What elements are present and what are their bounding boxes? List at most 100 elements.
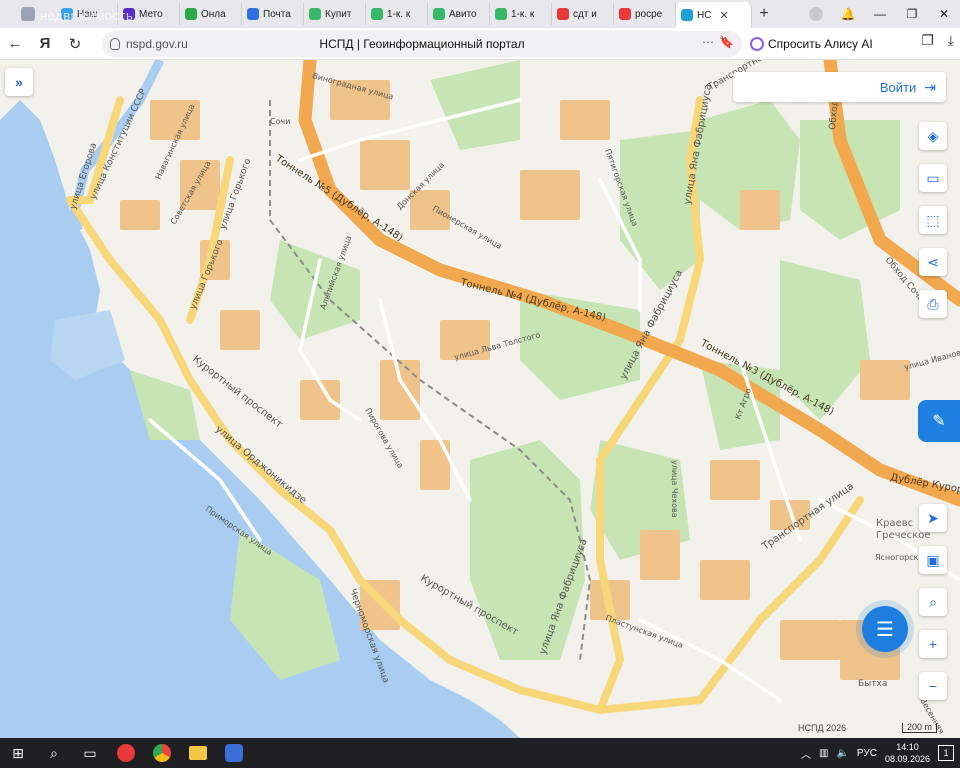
tab-label: Онла xyxy=(201,8,226,20)
browser-tab[interactable]: Онла xyxy=(180,3,242,25)
back-button[interactable]: ← xyxy=(0,29,30,59)
restore-button[interactable]: ❐ xyxy=(896,0,928,28)
notification-center-icon[interactable]: 1 xyxy=(938,745,954,761)
street-label: улица Иванова xyxy=(903,347,960,372)
search-location-icon: ⌕ xyxy=(929,593,937,610)
district-label: Краевс xyxy=(876,518,913,529)
area-select-icon: ⬚ xyxy=(926,211,940,228)
login-button[interactable]: Войти ⇥ xyxy=(733,72,946,102)
browser-tab[interactable]: сдт и xyxy=(552,3,614,25)
url-field[interactable]: nspd.gov.ru НСПД | Геоинформационный пор… xyxy=(102,31,742,57)
browser-menu-button[interactable] xyxy=(0,0,56,28)
network-icon[interactable]: ▥ xyxy=(819,748,828,759)
geolocation-button[interactable]: ➤ xyxy=(919,504,947,532)
tab-label: Наш xyxy=(77,8,98,20)
login-icon: ⇥ xyxy=(924,78,936,95)
browser-tab[interactable]: Наш xyxy=(56,3,118,25)
map-view[interactable]: Тоннель №5 (Дублёр, А-148) Тоннель №4 (Д… xyxy=(0,60,960,738)
street-label: Курортный проспект xyxy=(190,354,284,431)
tab-label: сдт и xyxy=(573,8,597,20)
ruler-icon: ▭ xyxy=(926,169,940,186)
tab-label: Мето xyxy=(139,8,163,20)
browser-tab[interactable]: 1-к. к xyxy=(366,3,428,25)
area-select-button[interactable]: ⬚ xyxy=(919,206,947,234)
file-explorer-icon[interactable] xyxy=(180,738,216,768)
tab-favicon-icon xyxy=(619,8,631,20)
reload-button[interactable]: ↻ xyxy=(60,29,90,59)
browser-tab[interactable]: НС ✕ xyxy=(676,2,752,28)
share-icon: ⋖ xyxy=(927,253,939,270)
login-label: Войти xyxy=(879,79,917,95)
browser-tab[interactable]: Почта xyxy=(242,3,304,25)
minimize-button[interactable]: — xyxy=(864,0,896,28)
ruler-button[interactable]: ▭ xyxy=(919,164,947,192)
volume-icon[interactable]: 🔈 xyxy=(836,748,848,759)
screen-icon: ▣ xyxy=(926,551,940,568)
tab-favicon-icon xyxy=(681,9,693,21)
ask-alice-button[interactable]: Спросить Алису AI xyxy=(750,32,873,56)
browser-tab[interactable]: Авито xyxy=(428,3,490,25)
map-canvas[interactable]: Тоннель №5 (Дублёр, А-148) Тоннель №4 (Д… xyxy=(0,60,960,738)
url-text: nspd.gov.ru xyxy=(126,37,188,51)
tab-favicon-icon xyxy=(247,8,259,20)
more-icon[interactable]: ⋯ xyxy=(702,35,714,49)
notifications-bell-icon[interactable]: 🔔 xyxy=(832,0,864,28)
copyright-text: НСПД 2026 xyxy=(798,723,847,733)
profile-icon[interactable] xyxy=(800,0,832,28)
app-icon[interactable] xyxy=(216,738,252,768)
tab-label: 1-к. к xyxy=(511,8,535,20)
feedback-icon: ✎ xyxy=(932,413,946,430)
print-button[interactable]: ⎙ xyxy=(919,290,947,318)
page-title: НСПД | Геоинформационный портал xyxy=(319,37,525,51)
windows-start-button[interactable]: ⊞ xyxy=(0,738,36,768)
tab-label: Купит xyxy=(325,8,352,20)
browser-tab[interactable]: Мето xyxy=(118,3,180,25)
browser-tab[interactable]: 1-к. к xyxy=(490,3,552,25)
minus-icon: − xyxy=(928,678,938,694)
collections-icon[interactable]: ❐ xyxy=(921,32,934,49)
new-tab-button[interactable]: + xyxy=(752,3,776,25)
tab-label: росре xyxy=(635,8,663,20)
layers-button[interactable]: ◈ xyxy=(919,122,947,150)
screen-button[interactable]: ▣ xyxy=(919,546,947,574)
tab-label: Почта xyxy=(263,8,291,20)
tray-chevron-icon[interactable]: ︿ xyxy=(801,746,811,761)
browser-tab[interactable]: росре xyxy=(614,3,676,25)
clock[interactable]: 14:10 08.09.2026 xyxy=(885,741,930,765)
windows-taskbar: ⊞ ⌕ ▭ ︿ ▥ 🔈 РУС 14:10 08.09.2026 1 xyxy=(0,738,960,768)
plus-icon: + xyxy=(928,636,938,652)
expand-panel-button[interactable]: » xyxy=(5,68,33,96)
ask-alice-label: Спросить Алису AI xyxy=(768,37,873,51)
zoom-in-button[interactable]: + xyxy=(919,630,947,658)
chat-icon: ☰ xyxy=(876,618,894,641)
chrome-icon[interactable] xyxy=(144,738,180,768)
chat-button[interactable]: ☰ xyxy=(862,606,908,652)
search-location-button[interactable]: ⌕ xyxy=(919,588,947,616)
tab-favicon-icon xyxy=(371,8,383,20)
layers-icon: ◈ xyxy=(927,127,939,144)
street-label: улица Чехова xyxy=(670,460,679,518)
clock-date: 08.09.2026 xyxy=(884,754,930,764)
language-indicator[interactable]: РУС xyxy=(857,748,877,759)
alice-icon xyxy=(750,37,764,51)
download-icon[interactable]: ⤓ xyxy=(948,32,954,49)
feedback-badge-button[interactable]: ✎ xyxy=(918,400,960,442)
tab-favicon-icon xyxy=(123,8,135,20)
tab-label: Авито xyxy=(449,8,477,20)
yandex-browser-taskbar-icon[interactable] xyxy=(108,738,144,768)
tab-favicon-icon xyxy=(433,8,445,20)
zoom-out-button[interactable]: − xyxy=(919,672,947,700)
share-button[interactable]: ⋖ xyxy=(919,248,947,276)
site-info-icon[interactable] xyxy=(110,38,120,50)
tab-close-icon[interactable]: ✕ xyxy=(719,9,728,22)
yandex-button[interactable]: Я xyxy=(30,29,60,59)
bookmark-icon[interactable]: 🔖 xyxy=(719,35,734,49)
tab-favicon-icon xyxy=(495,8,507,20)
close-window-button[interactable]: ✕ xyxy=(928,0,960,28)
toolbar-right: ❐ ⤓ xyxy=(921,32,954,49)
park-zone xyxy=(470,440,585,660)
task-view-icon[interactable]: ▭ xyxy=(72,738,108,768)
tab-label: НС xyxy=(697,9,712,21)
browser-tab[interactable]: Купит xyxy=(304,3,366,25)
search-icon[interactable]: ⌕ xyxy=(36,738,72,768)
